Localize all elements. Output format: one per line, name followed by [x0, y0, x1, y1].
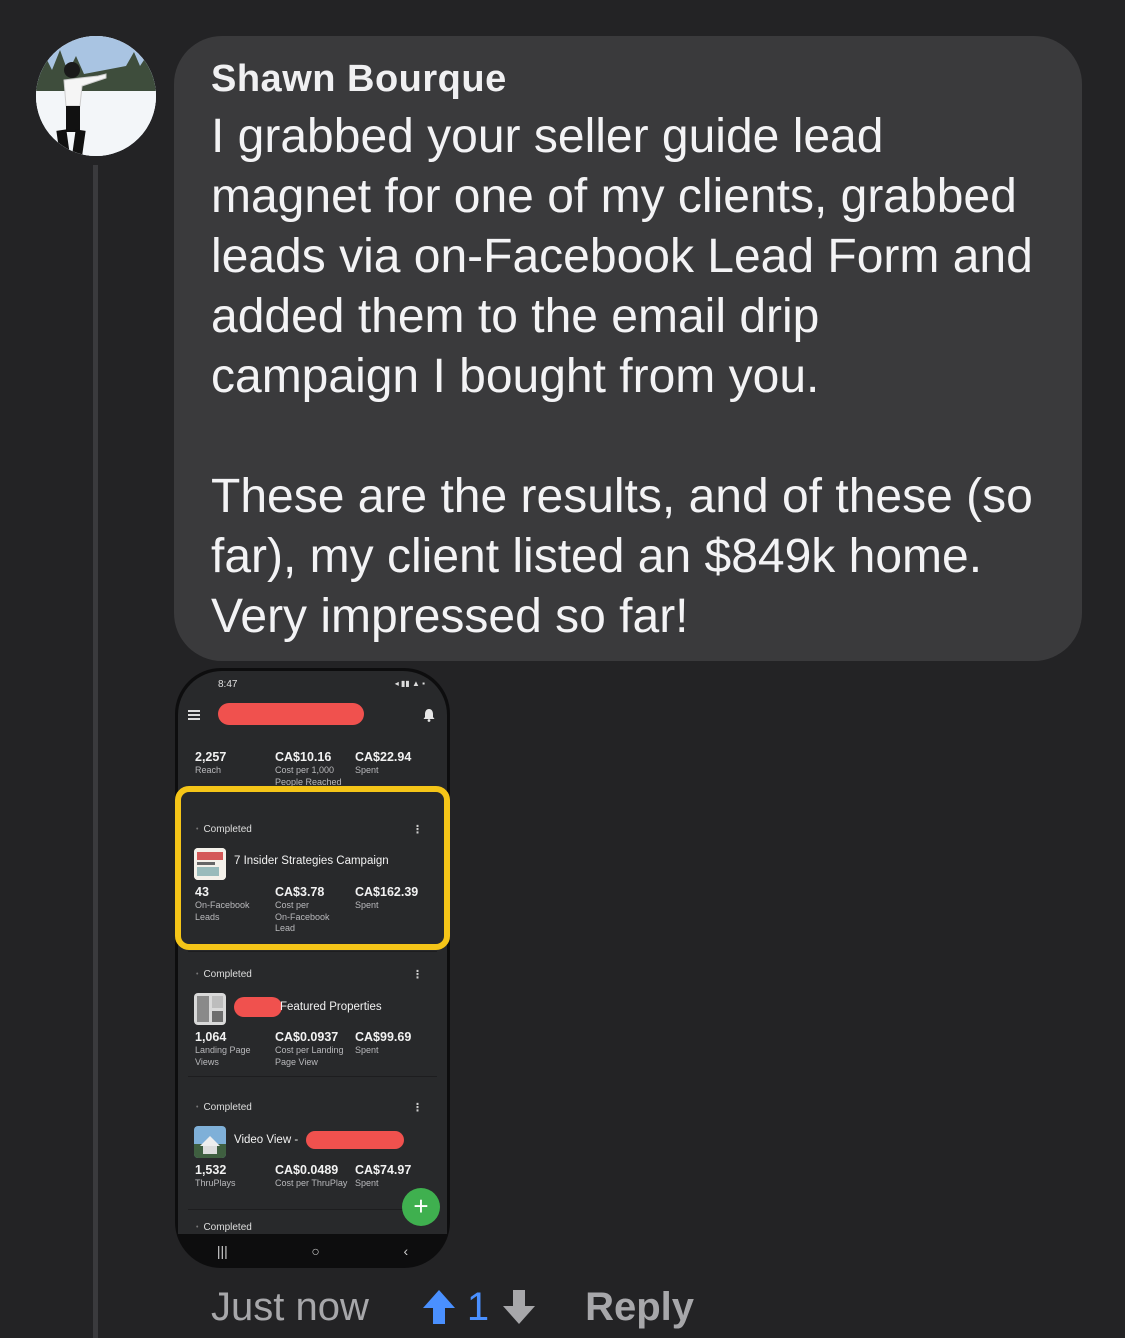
metric: CA$74.97 Spent	[355, 1163, 412, 1188]
campaign-metrics: 1,532 ThruPlays CA$0.0489 Cost per ThruPla…	[195, 1162, 431, 1190]
android-nav-bar: ||| ○ ‹	[175, 1234, 450, 1268]
recents-icon[interactable]: |||	[217, 1243, 228, 1259]
comment-actions: Just now 1 Reply	[211, 1282, 694, 1332]
attached-screenshot[interactable]: 8:47 ◂ ▮▮ ▲ ▪ 2,257 Reach CA$10.16 Cost pe…	[175, 668, 450, 1268]
stat-cost-per-1000: CA$10.16 Cost per 1,000 People Reached	[275, 750, 342, 787]
highlight-box	[175, 786, 450, 950]
upvote-icon[interactable]	[421, 1288, 457, 1326]
status-icons: ◂ ▮▮ ▲ ▪	[394, 679, 425, 688]
redaction-mark	[306, 1131, 404, 1149]
stat-spent: CA$22.94 Spent	[355, 750, 412, 775]
metric: CA$0.0489 Cost per ThruPlay	[275, 1163, 348, 1188]
campaign-name: Video View -	[234, 1134, 299, 1146]
metric: 1,532 ThruPlays	[195, 1163, 236, 1188]
comment-author[interactable]: Shawn Bourque	[211, 58, 1052, 101]
redaction-mark	[218, 703, 364, 725]
comment-timestamp: Just now	[211, 1284, 369, 1329]
campaign-thumbnail	[194, 1126, 226, 1158]
vote-count: 1	[466, 1284, 490, 1329]
reply-button[interactable]: Reply	[585, 1285, 694, 1330]
status-time: 8:47	[218, 679, 238, 690]
campaign-thumbnail	[194, 993, 226, 1025]
avatar[interactable]	[36, 36, 156, 156]
comment-bubble: Shawn Bourque I grabbed your seller guid…	[174, 36, 1082, 661]
more-options-icon[interactable]: ⋮	[412, 968, 423, 981]
thread-line	[93, 165, 98, 1338]
summary-stats: 2,257 Reach CA$10.16 Cost per 1,000 People…	[195, 749, 441, 788]
back-icon[interactable]: ‹	[403, 1243, 408, 1259]
phone-screen: 8:47 ◂ ▮▮ ▲ ▪ 2,257 Reach CA$10.16 Cost pe…	[178, 671, 447, 1234]
app-bar	[178, 699, 447, 731]
vote-controls: 1	[421, 1285, 537, 1330]
comment-text: I grabbed your seller guide lead magnet …	[211, 110, 1033, 643]
campaign-status: Completed	[196, 1102, 251, 1113]
campaign-name: Featured Properties	[280, 1001, 382, 1013]
home-icon[interactable]: ○	[311, 1243, 319, 1259]
metric: 1,064 Landing Page Views	[195, 1030, 251, 1067]
metric: CA$0.0937 Cost per Landing Page View	[275, 1030, 344, 1067]
campaign-card[interactable]: Completed ⋮ Featured Properties 1,064Lan…	[188, 956, 437, 1077]
downvote-icon[interactable]	[501, 1288, 537, 1326]
campaign-status: Completed	[196, 969, 251, 980]
campaign-status: Completed	[196, 1222, 251, 1233]
redaction-mark	[234, 997, 282, 1017]
more-options-icon[interactable]: ⋮	[412, 1101, 423, 1114]
add-button[interactable]: +	[402, 1188, 440, 1226]
menu-icon[interactable]	[188, 710, 200, 722]
metric: CA$99.69 Spent	[355, 1030, 412, 1055]
bell-icon[interactable]	[423, 708, 435, 722]
campaign-card[interactable]: Completed ⋮ Video View - 1,532ThruPlays …	[188, 1089, 437, 1210]
stat-reach: 2,257 Reach	[195, 750, 227, 775]
campaign-metrics: 1,064 Landing Page Views CA$0.0937 Cost pe…	[195, 1029, 431, 1068]
